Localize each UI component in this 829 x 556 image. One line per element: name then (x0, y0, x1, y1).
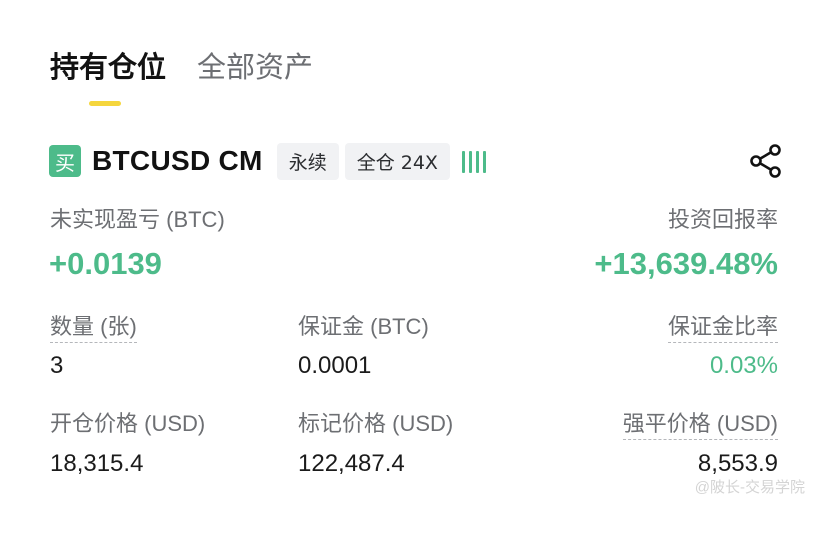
mark-price-label: 标记价格 (USD) (298, 411, 454, 436)
margin-ratio-value: 0.03% (709, 352, 778, 379)
roi-value: +13,639.48% (594, 246, 778, 281)
unrealized-pnl-value: +0.0139 (49, 246, 162, 281)
roi-label: 投资回报率 (667, 207, 778, 232)
position-header: 买 BTCUSD CM 永续 全仓 24X (49, 141, 784, 181)
watermark: @陂长-交易学院 (694, 479, 805, 496)
contract-type-tag: 永续 (276, 142, 339, 180)
margin-ratio-label[interactable]: 保证金比率 (667, 313, 778, 343)
leverage-tag[interactable]: 全仓 24X (344, 142, 450, 180)
tab-bar: 持有仓位 全部资产 (50, 50, 313, 90)
entry-price-value: 18,315.4 (50, 450, 144, 477)
tab-all-assets[interactable]: 全部资产 (197, 50, 313, 90)
unrealized-pnl-label: 未实现盈亏 (BTC) (50, 207, 225, 232)
position-symbol[interactable]: BTCUSD CM (92, 145, 263, 177)
liquidation-price-label[interactable]: 强平价格 (USD) (622, 410, 778, 440)
share-icon[interactable] (748, 143, 784, 179)
quantity-label[interactable]: 数量 (张) (50, 313, 137, 343)
tab-positions[interactable]: 持有仓位 (50, 50, 166, 90)
signal-bars-icon (461, 149, 486, 173)
liquidation-price-value: 8,553.9 (697, 450, 778, 477)
active-tab-indicator (89, 101, 121, 106)
buy-side-badge: 买 (49, 145, 81, 177)
quantity-value: 3 (50, 352, 64, 379)
margin-label: 保证金 (BTC) (298, 314, 429, 339)
mark-price-value: 122,487.4 (298, 450, 405, 477)
entry-price-label: 开仓价格 (USD) (50, 411, 206, 436)
margin-value: 0.0001 (298, 352, 372, 379)
